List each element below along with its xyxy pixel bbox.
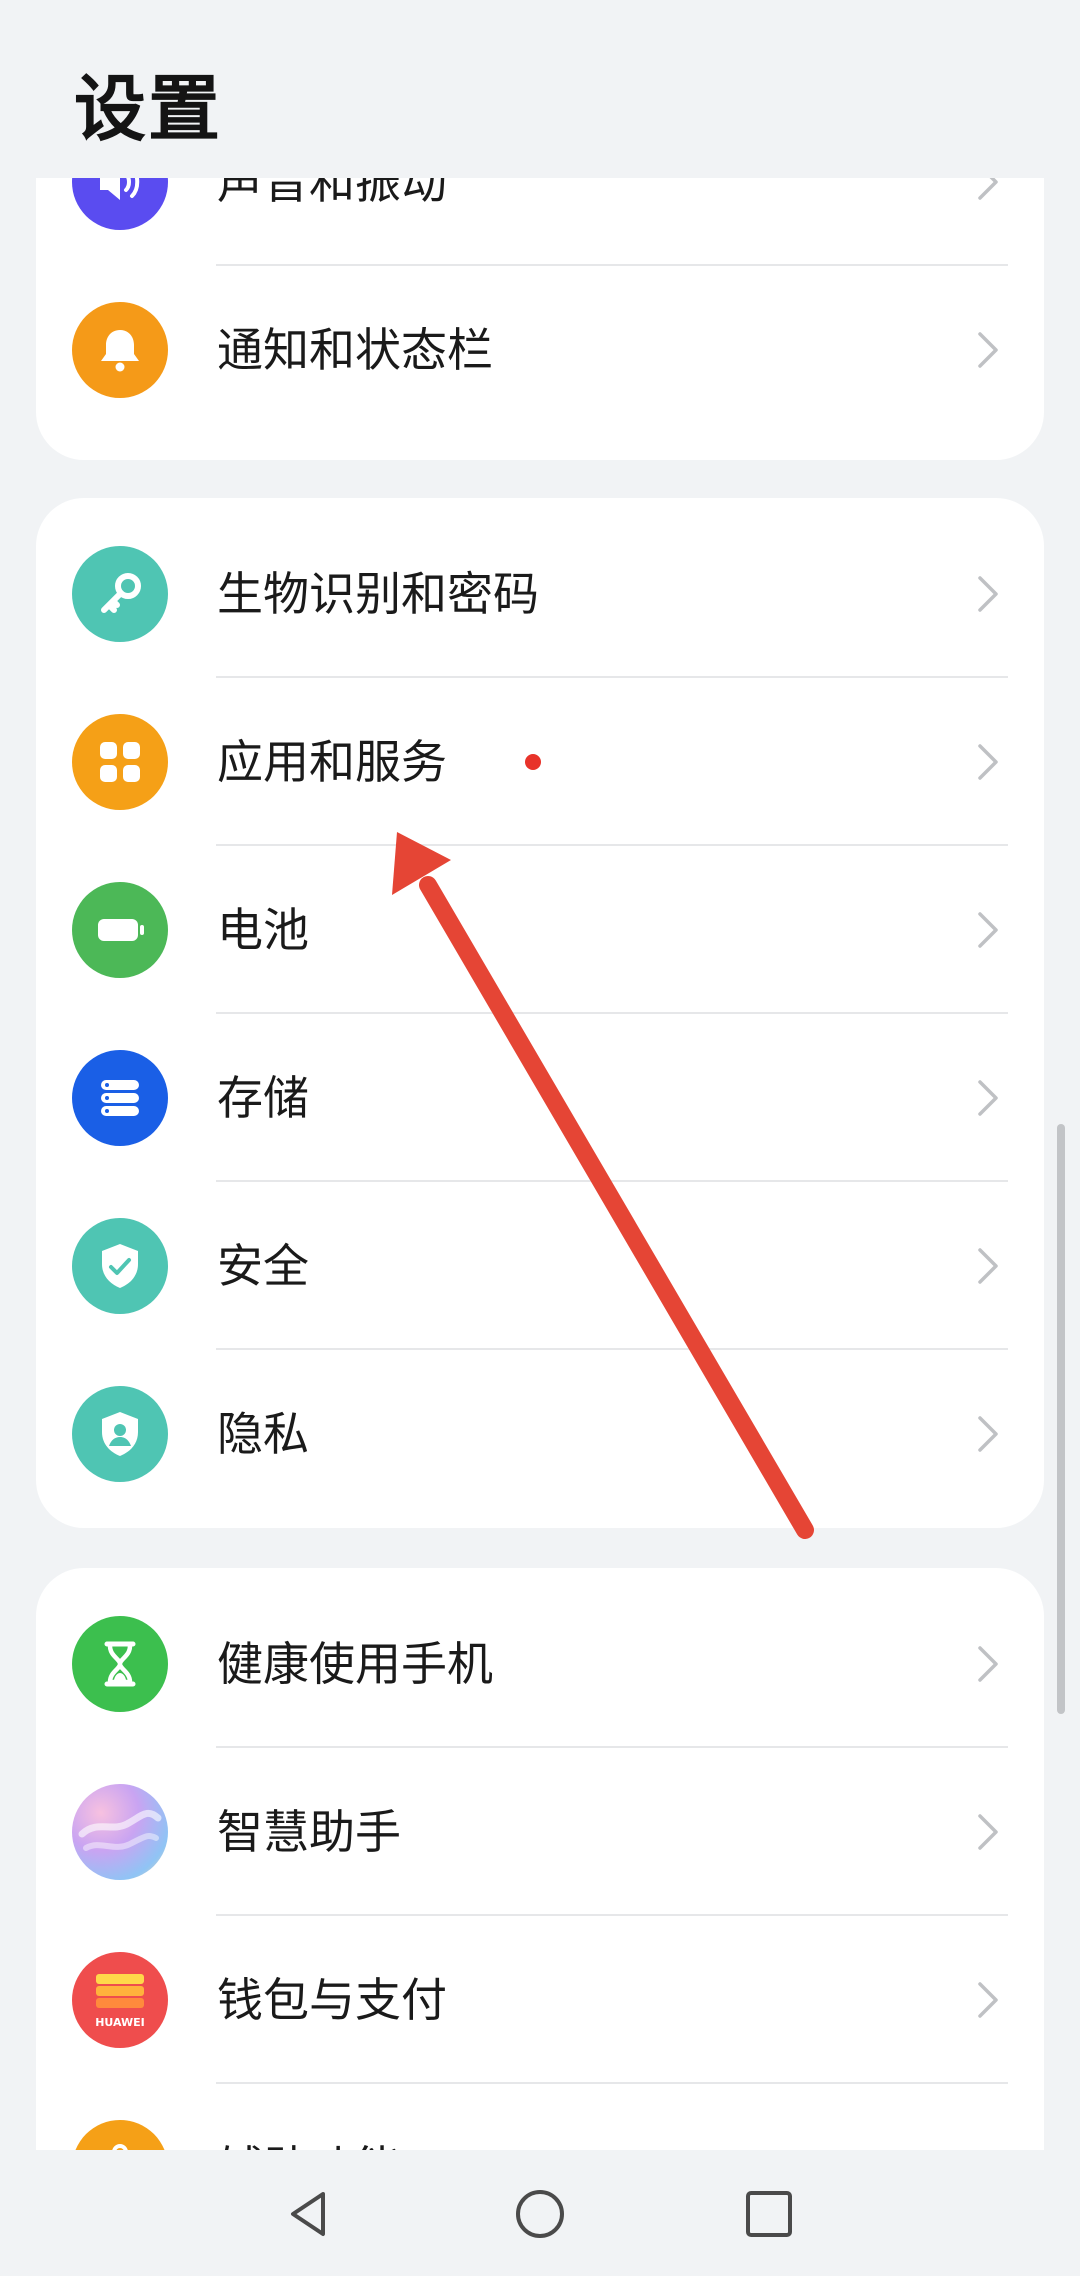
- settings-item-apps[interactable]: 应用和服务: [36, 678, 1044, 846]
- settings-item-label: 声音和振动: [217, 178, 447, 209]
- settings-item-label: 隐私: [217, 1407, 309, 1461]
- settings-item-label: 电池: [217, 903, 309, 957]
- settings-group-3: 健康使用手机 智慧助手 HUAWEI 钱包与支付: [36, 1568, 1044, 2150]
- settings-list[interactable]: 声音和振动 通知和状态栏 生物识别和密码 应用和服务 电池 存储 安全 隐私 健…: [0, 178, 1080, 2150]
- storage-icon: [72, 1050, 168, 1146]
- chevron-right-icon: [978, 332, 998, 368]
- settings-item-label: 安全: [217, 1239, 309, 1293]
- settings-group-2: 生物识别和密码 应用和服务 电池 存储 安全 隐私: [36, 498, 1044, 1528]
- chevron-right-icon: [978, 1080, 998, 1116]
- recents-square-icon[interactable]: [739, 2184, 799, 2244]
- chevron-right-icon: [978, 1416, 998, 1452]
- chevron-right-icon: [978, 1814, 998, 1850]
- settings-item-label: 健康使用手机: [217, 1637, 493, 1691]
- settings-screen: 设置 声音和振动 通知和状态栏 生物识别和密码 应用和服务 电池 存储 安全 隐…: [0, 0, 1080, 2276]
- settings-group-1: 声音和振动 通知和状态栏: [36, 178, 1044, 460]
- accessibility-icon: [72, 2120, 168, 2150]
- speaker-icon: [72, 178, 168, 230]
- home-circle-icon[interactable]: [510, 2184, 570, 2244]
- settings-item-label: 通知和状态栏: [217, 323, 493, 377]
- settings-item-label: 生物识别和密码: [217, 567, 539, 621]
- battery-icon: [72, 882, 168, 978]
- settings-item-security[interactable]: 安全: [36, 1182, 1044, 1350]
- privacy-shield-icon: [72, 1386, 168, 1482]
- settings-item-battery[interactable]: 电池: [36, 846, 1044, 1014]
- bell-icon: [72, 302, 168, 398]
- settings-item-label: 应用和服务: [217, 735, 447, 789]
- settings-item-notifications[interactable]: 通知和状态栏: [36, 266, 1044, 434]
- settings-item-accessibility[interactable]: 辅助功能: [36, 2084, 1044, 2150]
- chevron-right-icon: [978, 912, 998, 948]
- settings-item-label: 钱包与支付: [217, 1973, 447, 2027]
- key-icon: [72, 546, 168, 642]
- wallet-icon: HUAWEI: [72, 1952, 168, 2048]
- page-title: 设置: [74, 67, 223, 151]
- new-badge-dot: [525, 754, 541, 770]
- settings-item-label: 智慧助手: [217, 1805, 401, 1859]
- chevron-right-icon: [978, 1982, 998, 2018]
- settings-item-label: 存储: [217, 1071, 309, 1125]
- apps-grid-icon: [72, 714, 168, 810]
- settings-item-sound[interactable]: 声音和振动: [36, 178, 1044, 266]
- settings-item-digital-balance[interactable]: 健康使用手机: [36, 1580, 1044, 1748]
- settings-item-storage[interactable]: 存储: [36, 1014, 1044, 1182]
- settings-item-assistant[interactable]: 智慧助手: [36, 1748, 1044, 1916]
- back-triangle-icon[interactable]: [279, 2184, 339, 2244]
- settings-item-biometrics[interactable]: 生物识别和密码: [36, 510, 1044, 678]
- chevron-right-icon: [978, 576, 998, 612]
- chevron-right-icon: [978, 1248, 998, 1284]
- settings-item-privacy[interactable]: 隐私: [36, 1350, 1044, 1518]
- chevron-right-icon: [978, 744, 998, 780]
- wallet-icon-text: HUAWEI: [95, 2016, 145, 2029]
- settings-item-wallet[interactable]: HUAWEI 钱包与支付: [36, 1916, 1044, 2084]
- chevron-right-icon: [978, 178, 998, 200]
- chevron-right-icon: [978, 1646, 998, 1682]
- assistant-orb-icon: [72, 1784, 168, 1880]
- shield-check-icon: [72, 1218, 168, 1314]
- hourglass-icon: [72, 1616, 168, 1712]
- scrollbar[interactable]: [1057, 1124, 1065, 1714]
- settings-item-label: 辅助功能: [217, 2084, 401, 2150]
